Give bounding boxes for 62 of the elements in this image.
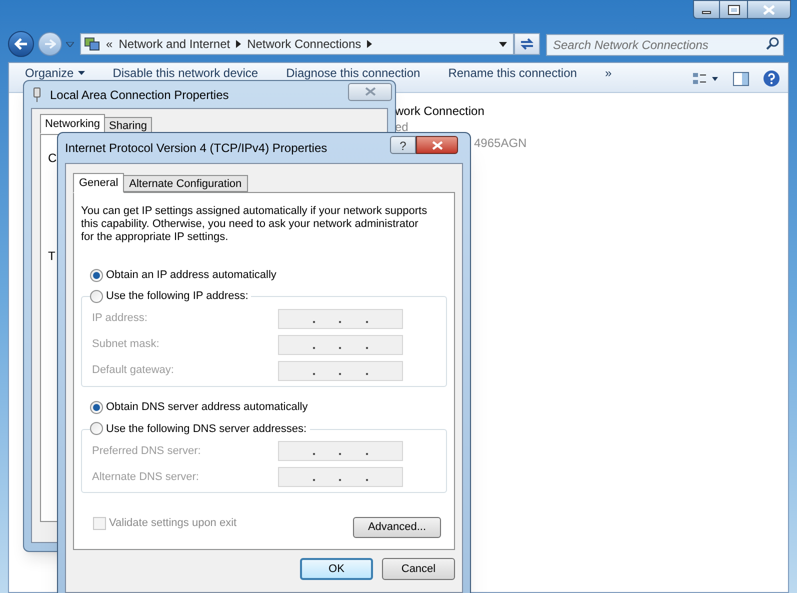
minimize-button[interactable] <box>693 0 720 19</box>
command-button[interactable]: Disable this network device <box>112 64 258 82</box>
overflow-chevron[interactable]: « <box>106 35 113 53</box>
checkbox-label: Validate settings upon exit <box>109 516 237 532</box>
radio-button[interactable] <box>90 290 103 303</box>
tab[interactable]: Networking <box>40 114 106 134</box>
field-label: IP address: <box>92 311 148 326</box>
arrow-right-icon <box>44 39 56 49</box>
close-button[interactable] <box>747 0 791 19</box>
radio-button[interactable] <box>90 401 103 414</box>
advanced-button[interactable]: Advanced... <box>353 517 441 538</box>
command-button[interactable]: Diagnose this connection <box>286 64 420 82</box>
ok-button[interactable]: OK <box>300 558 373 580</box>
close-icon <box>432 140 442 150</box>
more-commands-button[interactable]: » <box>604 64 612 82</box>
breadcrumb-link[interactable]: Network and Internet <box>118 35 230 53</box>
connection-status: ed <box>395 119 410 135</box>
breadcrumb-arrow-icon[interactable] <box>367 40 372 48</box>
partial-label: C <box>48 150 58 167</box>
refresh-button[interactable] <box>514 33 540 55</box>
radio-button[interactable] <box>90 422 103 436</box>
maximize-button[interactable] <box>720 0 747 19</box>
caret-icon <box>78 71 85 75</box>
view-options-icon[interactable] <box>693 72 719 86</box>
arrow-left-icon <box>14 38 28 50</box>
field-label: Default gateway: <box>92 363 174 378</box>
dropdown-icon[interactable] <box>499 42 507 46</box>
help-button[interactable]: ? <box>390 136 416 154</box>
tab[interactable]: General <box>73 173 124 193</box>
radio-button[interactable] <box>90 268 103 282</box>
tab[interactable]: Alternate Configuration <box>123 175 248 192</box>
connection-name: work Connection <box>395 103 486 119</box>
breadcrumb-link[interactable]: Network Connections <box>247 35 362 53</box>
field-label: Subnet mask: <box>92 337 160 352</box>
network-folder-icon <box>84 36 100 52</box>
cancel-button[interactable]: Cancel <box>382 558 455 580</box>
organize-menu[interactable]: Organize <box>25 64 85 82</box>
address-bar[interactable]: « Network and Internet Network Connections <box>80 33 514 55</box>
refresh-icon <box>519 37 535 51</box>
search-field[interactable]: Search Network Connections <box>546 34 784 56</box>
preview-pane-icon[interactable] <box>733 72 749 86</box>
breadcrumb-arrow-icon[interactable] <box>236 40 242 48</box>
partial-label: T <box>48 248 56 265</box>
close-icon <box>763 4 775 14</box>
field-label: Alternate DNS server: <box>92 470 199 485</box>
close-button[interactable] <box>416 136 458 154</box>
field-label: Preferred DNS server: <box>92 444 201 459</box>
help-icon[interactable] <box>763 70 780 87</box>
forward-button[interactable] <box>38 32 62 56</box>
window-title: Internet Protocol Version 4 (TCP/IPv4) Properties <box>65 140 328 157</box>
description-text: You can get IP settings assigned automatically if your network supports this capability. Otherwise, you need to ask your network administrator for the appropriate IP settings. <box>81 205 428 244</box>
close-icon <box>364 87 376 96</box>
adapter-name: 4965AGN <box>474 135 528 151</box>
radio-label: Use the following IP address: <box>106 289 248 304</box>
radio-label: Use the following DNS server addresses: <box>106 422 307 436</box>
radio-label: Obtain DNS server address automatically <box>106 400 308 416</box>
radio-label: Obtain an IP address automatically <box>106 268 276 283</box>
command-button[interactable]: Rename this connection <box>448 64 577 82</box>
network-adapter-icon <box>32 86 42 102</box>
window-title: Local Area Connection Properties <box>50 86 229 104</box>
search-icon <box>766 37 779 50</box>
back-button[interactable] <box>8 31 34 57</box>
